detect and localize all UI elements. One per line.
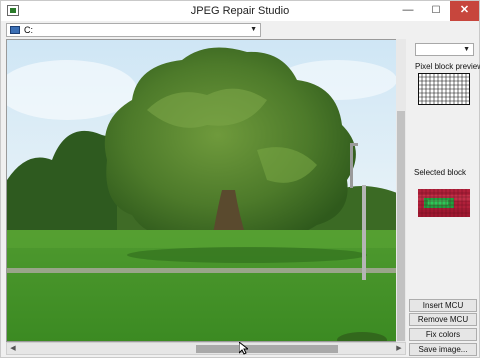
image-viewport[interactable] bbox=[6, 39, 406, 342]
minimize-button[interactable]: — bbox=[394, 1, 422, 21]
mode-select[interactable]: ▼ bbox=[415, 43, 474, 56]
remove-mcu-button[interactable]: Remove MCU bbox=[409, 313, 477, 326]
selected-block-label: Selected block bbox=[414, 168, 467, 177]
save-image-button[interactable]: Save image... bbox=[409, 343, 477, 356]
pixel-block-preview-label: Pixel block preview: bbox=[415, 62, 486, 71]
selected-block-preview bbox=[418, 189, 470, 217]
scroll-right-icon[interactable]: ▶ bbox=[393, 343, 405, 354]
horizontal-scroll-thumb[interactable] bbox=[196, 345, 338, 353]
sidebar: ▼ Pixel block preview: Selected block In… bbox=[408, 39, 485, 357]
vertical-scrollbar[interactable] bbox=[396, 39, 406, 342]
drive-icon bbox=[10, 26, 20, 34]
mouse-cursor-icon bbox=[239, 342, 248, 355]
fix-colors-button[interactable]: Fix colors bbox=[409, 328, 477, 341]
vertical-scroll-thumb[interactable] bbox=[397, 111, 405, 341]
desktop-background bbox=[480, 0, 486, 360]
photo-canvas[interactable] bbox=[7, 40, 406, 342]
close-button[interactable]: ✕ bbox=[450, 1, 479, 21]
horizontal-scrollbar[interactable]: ◀ ▶ bbox=[6, 342, 406, 355]
drive-select-value: C: bbox=[24, 25, 33, 35]
chevron-down-icon: ▼ bbox=[463, 46, 470, 53]
app-window: JPEG Repair Studio — ☐ ✕ C: ▼ ◀ ▶ ▼ Pixe… bbox=[0, 0, 485, 358]
pixel-block-preview-grid bbox=[418, 73, 470, 105]
insert-mcu-button[interactable]: Insert MCU bbox=[409, 299, 477, 312]
chevron-down-icon: ▼ bbox=[250, 26, 257, 33]
drive-select[interactable]: C: ▼ bbox=[6, 23, 261, 37]
title-bar[interactable]: JPEG Repair Studio — ☐ ✕ bbox=[1, 1, 479, 21]
scroll-left-icon[interactable]: ◀ bbox=[7, 343, 19, 354]
maximize-button[interactable]: ☐ bbox=[422, 1, 450, 21]
